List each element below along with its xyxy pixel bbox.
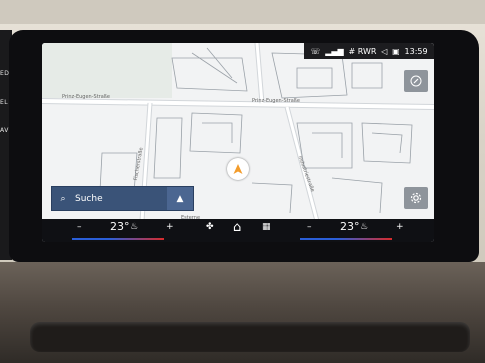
settings-button[interactable] — [404, 187, 428, 209]
right-temp-indicator — [300, 238, 392, 240]
screen-icon: ▣ — [392, 46, 400, 56]
right-temp-decrease-button[interactable]: – — [307, 222, 312, 232]
side-label-2: EL — [0, 99, 9, 106]
infotainment-screen: Prinz-Eugen-Straße Prinz-Eugen-Straße Fi… — [42, 43, 434, 242]
dashboard-trim — [30, 322, 470, 352]
left-temp-indicator — [72, 238, 164, 240]
street-label-prinz-eugen-left: Prinz-Eugen-Straße — [62, 94, 111, 100]
left-seat-heat-icon[interactable]: ♨ — [130, 222, 138, 232]
search-label: Suche — [75, 193, 103, 204]
gear-icon — [410, 192, 422, 204]
clock: 13:59 — [404, 46, 428, 56]
apps-grid-icon[interactable]: ▦ — [262, 222, 271, 232]
car-interior-top — [0, 0, 485, 24]
side-label-3: AV — [0, 127, 9, 134]
vehicle-position-marker[interactable] — [227, 158, 249, 180]
home-icon[interactable]: ⌂ — [233, 220, 241, 235]
navigation-arrow-icon — [233, 164, 243, 174]
right-temp-increase-button[interactable]: + — [396, 222, 404, 232]
volume-icon: ◁ — [381, 46, 388, 56]
expand-search-button[interactable]: ▲ — [167, 187, 193, 210]
right-seat-heat-icon[interactable]: ♨ — [360, 222, 368, 232]
street-label-prinz-eugen-right: Prinz-Eugen-Straße — [252, 98, 301, 104]
fan-icon[interactable]: ✤ — [206, 222, 214, 232]
right-temperature[interactable]: 23° — [340, 220, 360, 233]
compass-icon — [410, 75, 422, 87]
chevron-up-icon: ▲ — [176, 193, 184, 204]
compass-button[interactable] — [404, 70, 428, 92]
search-bar[interactable]: ⌕ Suche ▲ — [51, 186, 194, 211]
network-status: # RWR — [348, 46, 377, 56]
climate-bar: – 23° ♨ + ✤ ⌂ ▦ – 23° ♨ + — [42, 219, 434, 242]
search-icon: ⌕ — [60, 193, 66, 204]
status-bar: ☏ ▂▄▆ # RWR ◁ ▣ 13:59 — [304, 43, 434, 59]
left-temp-increase-button[interactable]: + — [166, 222, 174, 232]
signal-icon: ▂▄▆ — [325, 46, 344, 56]
left-temperature[interactable]: 23° — [110, 220, 130, 233]
left-temp-decrease-button[interactable]: – — [77, 222, 82, 232]
phone-icon: ☏ — [310, 46, 321, 56]
